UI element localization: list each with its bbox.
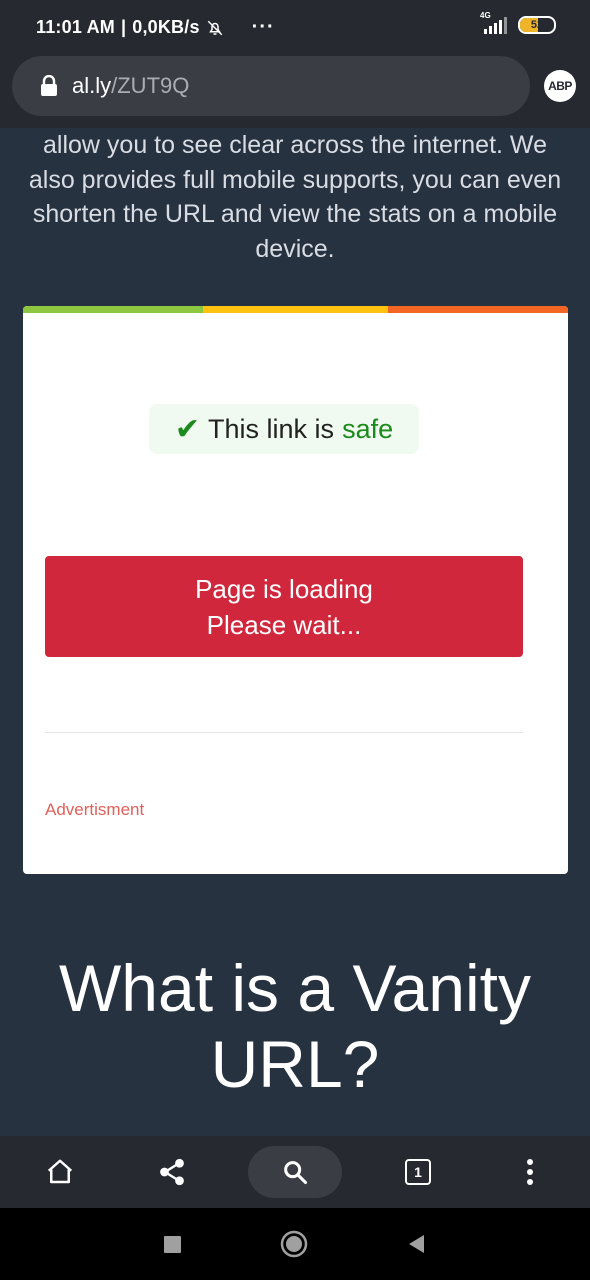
tab-count: 1 [405,1159,431,1185]
search-icon [281,1158,309,1186]
battery-level: 52 [530,19,544,31]
safe-badge: ✔ This link is safe [149,404,419,454]
search-button[interactable] [248,1146,342,1198]
status-bar: 11:01 AM | 0,0KB/s ··· 4G 52 [0,0,590,56]
share-icon [157,1157,187,1187]
safe-badge-highlight: safe [342,413,394,444]
url-text[interactable]: al.ly/ZUT9Q [72,73,189,99]
loading-line-1: Page is loading [195,573,373,604]
system-nav-bar [0,1208,590,1280]
bell-off-icon [206,19,224,37]
url-path: /ZUT9Q [111,73,190,98]
safe-badge-text: This link is [208,413,335,444]
browser-address-area: al.ly/ZUT9Q ABP [0,56,590,128]
checkmark-icon: ✔ [174,412,201,446]
browser-toolbar: 1 [0,1136,590,1208]
signal-icon: 4G [478,11,508,35]
share-button[interactable] [142,1136,202,1208]
home-button[interactable] [30,1136,90,1208]
divider [45,732,523,733]
page-loading-button[interactable]: Page is loading Please wait... [45,556,523,657]
home-icon [45,1157,75,1187]
loading-line-2: Please wait... [206,609,362,640]
more-vertical-icon [525,1158,535,1186]
advertisement-label: Advertisment [45,800,145,819]
back-button[interactable] [396,1208,436,1280]
adblock-button[interactable]: ABP [544,70,576,102]
circle-icon [280,1230,308,1258]
section-heading: What is a Vanity URL? [59,951,531,1101]
home-nav-button[interactable] [274,1208,314,1280]
link-card: ✔ This link is safe Page is loading Plea… [23,306,568,874]
status-separator: | [120,17,127,37]
menu-button[interactable] [500,1136,560,1208]
bar-segment-yellow [203,306,388,313]
bar-segment-green [23,306,203,313]
bar-segment-orange [388,306,568,313]
url-domain: al.ly [72,73,112,98]
network-type: 4G [480,11,491,20]
recents-button[interactable] [152,1208,192,1280]
intro-text: allow you to see clear across the intern… [28,131,562,263]
back-triangle-icon [406,1233,426,1255]
status-time: 11:01 AM [36,17,115,37]
status-speed: 0,0KB/s [132,17,200,37]
card-color-bar [23,306,568,313]
tabs-button[interactable]: 1 [388,1136,448,1208]
lock-icon [40,75,58,97]
square-icon [163,1235,181,1253]
url-bar[interactable]: al.ly/ZUT9Q [12,56,530,116]
status-right: 4G 52 [478,11,556,35]
status-more-icon: ··· [251,16,275,38]
status-left: 11:01 AM | 0,0KB/s ··· [36,16,275,39]
battery-icon: 52 [518,16,556,34]
